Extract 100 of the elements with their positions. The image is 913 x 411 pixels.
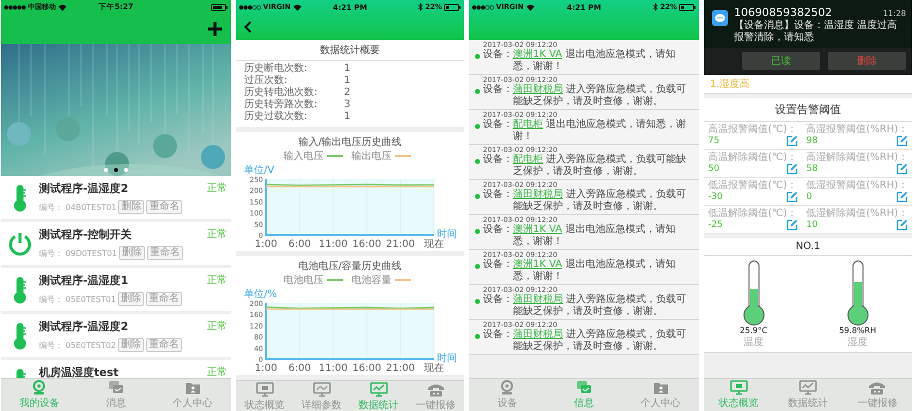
tab[interactable]: 一键报修 [407, 381, 464, 411]
device-card[interactable]: 测试程序-温湿度1 编号： 05E0TEST01 删除 重命名 正常 [1, 268, 231, 311]
stat-label: 历史断电次数: [244, 63, 308, 74]
device-status: 正常 [207, 228, 227, 241]
device-code: 编号： 05E0TEST01 [39, 294, 116, 304]
stat-label: 过压次数: [244, 75, 288, 86]
chart-title: 输入/输出电压历史曲线 [298, 136, 402, 149]
device-name: 测试程序-控制开关 [39, 227, 133, 242]
message-text: 设备：蒲田财税局 进入旁路应急模式，负载可能缺乏保护，请及时查修，谢谢。 [483, 329, 688, 352]
stat-label: 历史转电池次数: [244, 87, 318, 98]
device-link[interactable]: 配电柜 [513, 154, 543, 165]
notification-sender: 10690859382502 [734, 6, 832, 19]
device-link[interactable]: 澳洲1K VA [513, 49, 562, 60]
message-text: 设备：蒲田财税局 进入旁路应急模式，负载可能缺乏保护，请及时查修，谢谢。 [483, 294, 688, 317]
tick-label: 现在 [424, 239, 444, 250]
device-link[interactable]: 蒲田财税局 [513, 329, 563, 340]
device-link[interactable]: 澳洲1K VA [513, 259, 562, 270]
device-code: 编号： 05E0TEST02 [39, 340, 116, 350]
tab[interactable]: 设备 [469, 379, 546, 411]
device-link[interactable]: 澳洲1K VA [513, 224, 562, 235]
notification-action-button[interactable]: 已读 [742, 52, 820, 70]
axis-label: 时间 [437, 353, 457, 364]
device-name: 机房温湿度test [39, 365, 120, 378]
tick-label: 1:00 [254, 363, 278, 374]
device-link[interactable]: 蒲田财税局 [513, 189, 563, 200]
device-card[interactable]: 机房温湿度test 正常 [1, 360, 231, 378]
device-action-button[interactable]: 删除 [118, 292, 144, 306]
threshold-label: 低湿解除阈值(%RH)： [806, 208, 908, 219]
tab[interactable]: 数据统计 [350, 381, 407, 411]
threshold-value: 58 [806, 164, 818, 174]
gauge-label: 湿度 [848, 336, 868, 349]
tab[interactable]: 个人中心 [622, 379, 699, 411]
device-action-button[interactable]: 重命名 [147, 246, 184, 260]
device-status: 正常 [207, 320, 227, 333]
gauge-reading: 59.8%RH [839, 326, 876, 335]
threshold-label: 高温解除阈值(℃)： [708, 152, 798, 163]
device-status: 正常 [207, 182, 227, 195]
threshold-value: -30 [708, 192, 723, 202]
tab[interactable]: 状态概览 [236, 381, 293, 411]
threshold-value: 75 [708, 136, 720, 146]
tick-label: 现在 [424, 363, 444, 374]
threshold-label: 高湿解除阈值(%RH)： [806, 152, 908, 163]
message-text: 设备：配电柜 退出电池应急模式，请知悉，谢谢！ [483, 119, 688, 142]
tick-label: 16:00 [352, 363, 382, 374]
tab[interactable]: 消息 [78, 379, 154, 411]
threshold-value: 98 [806, 136, 818, 146]
threshold-value: -25 [708, 220, 723, 230]
axis-label: 时间 [437, 229, 457, 240]
tab[interactable]: 信息 [546, 379, 622, 411]
card-title: 数据统计概要 [236, 40, 464, 61]
device-number: NO.1 [704, 238, 912, 256]
alarm-text: 1.湿度高 [704, 75, 912, 94]
message-text: 设备：澳洲1K VA 退出电池应急模式，请知悉，谢谢！ [483, 49, 676, 72]
axis-label: 单位/V [244, 165, 274, 176]
legend-label: 输入电压 [284, 150, 324, 163]
legend-label: 电池容量 [352, 274, 392, 287]
device-link[interactable]: 蒲田财税局 [513, 294, 563, 305]
message-text: 设备：配电柜 进入旁路应急模式，负载可能缺乏保护，请及时查修，谢谢。 [483, 154, 688, 177]
tick-label: 6:00 [288, 363, 311, 374]
threshold-label: 低湿报警阈值(%RH)： [806, 180, 908, 191]
tab[interactable]: 一键报修 [842, 379, 912, 411]
device-code: 编号： 04B0TEST01 [39, 202, 116, 212]
device-status: 正常 [207, 366, 227, 378]
tab[interactable]: 状态概览 [704, 379, 774, 411]
message-text: 设备：澳洲1K VA 退出电池应急模式，请知悉，谢谢！ [483, 224, 676, 247]
stat-value: 1 [344, 111, 352, 123]
tab[interactable]: 详细参数 [293, 381, 350, 411]
device-action-button[interactable]: 重命名 [146, 200, 182, 214]
device-link[interactable]: 配电柜 [513, 119, 543, 130]
stat-value: 1 [344, 63, 352, 75]
notification-time: 11:28 [882, 9, 906, 18]
tick-label: 21:00 [386, 239, 415, 250]
message-text: 设备：蒲田财税局 进入旁路应急模式，负载可能缺乏保护，请及时查修，谢谢。 [483, 84, 688, 107]
tick-label: 6:00 [288, 239, 311, 250]
message-text: 设备：澳洲1K VA 退出电池应急模式，请知悉，谢谢！ [483, 259, 676, 282]
device-action-button[interactable]: 删除 [118, 200, 144, 214]
device-action-button[interactable]: 删除 [118, 338, 144, 352]
gauge-reading: 25.9°C [740, 326, 768, 335]
device-action-button[interactable]: 重命名 [146, 292, 182, 306]
tab[interactable]: 个人中心 [154, 379, 231, 411]
tick-label: 11:00 [318, 239, 348, 250]
notification-action-button[interactable]: 删除 [828, 52, 906, 70]
chart-title: 电池电压/容量历史曲线 [298, 260, 402, 273]
device-link[interactable]: 蒲田财税局 [513, 84, 563, 95]
device-card[interactable]: 测试程序-温湿度2 编号： 05E0TEST02 删除 重命名 正常 [1, 314, 231, 357]
tick-label: 21:00 [386, 363, 415, 374]
device-action-button[interactable]: 重命名 [146, 338, 182, 352]
threshold-label: 低温报警阈值(℃)： [708, 180, 798, 191]
threshold-value: 50 [708, 164, 720, 174]
device-status: 正常 [207, 274, 227, 287]
stat-value: 2 [344, 87, 352, 99]
device-card[interactable]: 测试程序-控制开关 编号： 09D0TEST01 删除 重命名 正常 [1, 222, 231, 265]
device-card[interactable]: 测试程序-温湿度2 编号： 04B0TEST01 删除 重命名 正常 [1, 176, 231, 219]
axis-label: 单位/% [244, 289, 277, 300]
threshold-label: 低温解除阈值(℃)： [708, 208, 798, 219]
device-action-button[interactable]: 删除 [119, 246, 146, 260]
tab[interactable]: 我的设备 [1, 379, 78, 411]
gauge-label: 温度 [744, 336, 764, 349]
tab[interactable]: 数据统计 [773, 379, 843, 411]
threshold-value: 10 [806, 220, 818, 230]
